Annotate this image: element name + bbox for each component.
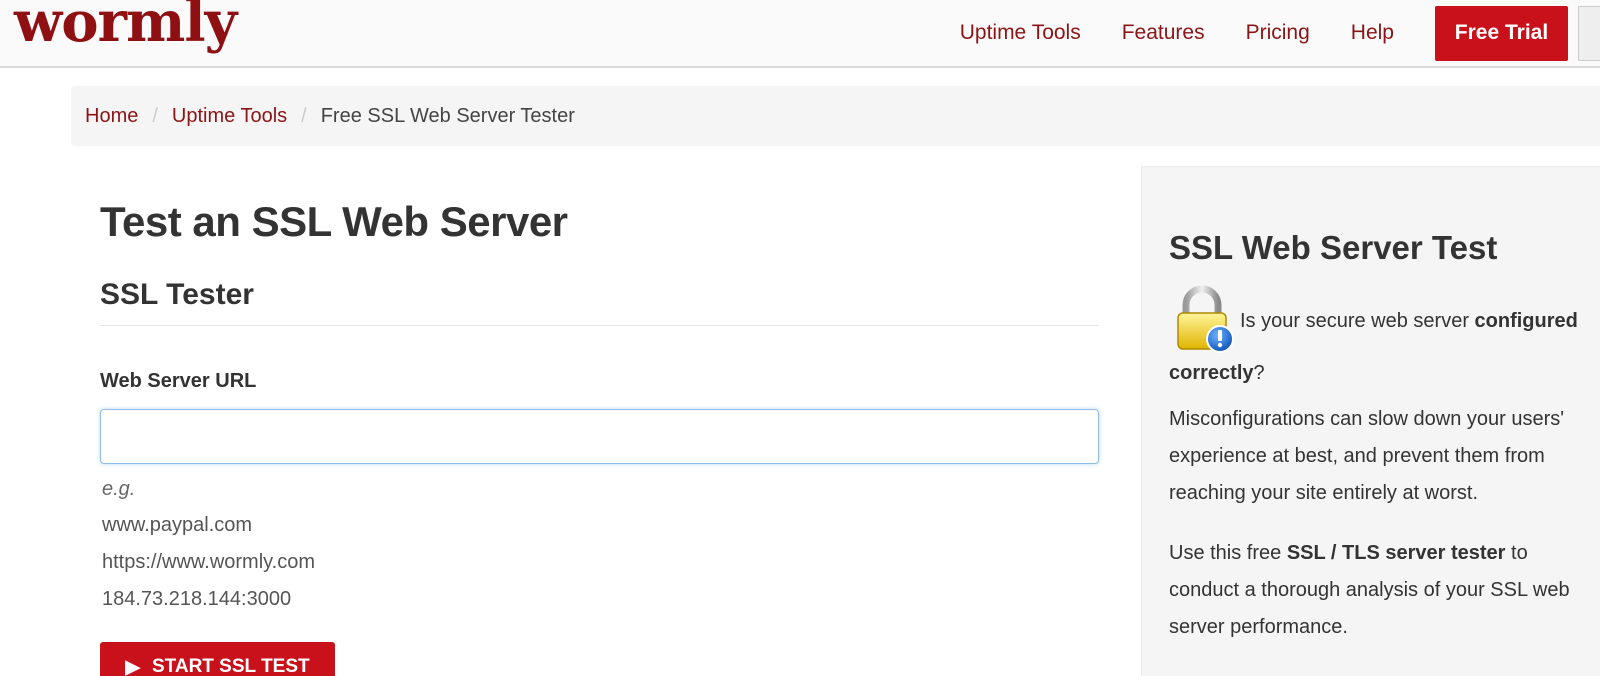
breadcrumb-separator: / — [301, 104, 307, 127]
nav-pricing[interactable]: Pricing — [1246, 21, 1310, 45]
nav-uptime-tools[interactable]: Uptime Tools — [960, 21, 1081, 45]
play-icon: ▶ — [125, 656, 140, 676]
url-field-label: Web Server URL — [100, 370, 257, 392]
breadcrumb: Home / Uptime Tools / Free SSL Web Serve… — [71, 86, 1600, 146]
web-server-url-input[interactable] — [100, 409, 1099, 464]
sidebar-paragraph: Use this free SSL / TLS server tester to… — [1169, 542, 1570, 638]
breadcrumb-separator: / — [152, 104, 158, 127]
sidebar-title: SSL Web Server Test — [1169, 229, 1498, 266]
section-subtitle: SSL Tester — [100, 278, 254, 311]
free-trial-button[interactable]: Free Trial — [1435, 5, 1568, 61]
page-title: Test an SSL Web Server — [100, 198, 568, 245]
example-item: www.paypal.com — [102, 514, 253, 536]
nav-help[interactable]: Help — [1351, 21, 1394, 45]
sidebar-paragraph: Misconfigurations can slow down your use… — [1169, 408, 1565, 504]
info-sidebar: SSL Web Server Test Is your secure web s… — [1141, 166, 1600, 676]
divider — [100, 325, 1099, 326]
breadcrumb-home[interactable]: Home — [85, 105, 138, 128]
breadcrumb-uptime-tools[interactable]: Uptime Tools — [172, 105, 287, 128]
start-ssl-test-button[interactable]: ▶ START SSL TEST — [100, 642, 335, 676]
offscreen-nav-button[interactable] — [1578, 5, 1600, 61]
example-item: 184.73.218.144:3000 — [102, 588, 292, 610]
example-item: https://www.wormly.com — [102, 551, 315, 573]
site-header: wormly Uptime Tools Features Pricing Hel… — [0, 0, 1600, 68]
wormly-logo[interactable]: wormly — [14, 0, 237, 53]
breadcrumb-current: Free SSL Web Server Tester — [320, 104, 575, 127]
nav-features[interactable]: Features — [1122, 21, 1205, 45]
start-button-label: START SSL TEST — [151, 656, 310, 676]
main-nav: Uptime Tools Features Pricing Help Free … — [960, 0, 1600, 66]
examples-label: e.g. — [102, 478, 136, 500]
sidebar-intro: Is your secure web server configured cor… — [1169, 310, 1578, 384]
